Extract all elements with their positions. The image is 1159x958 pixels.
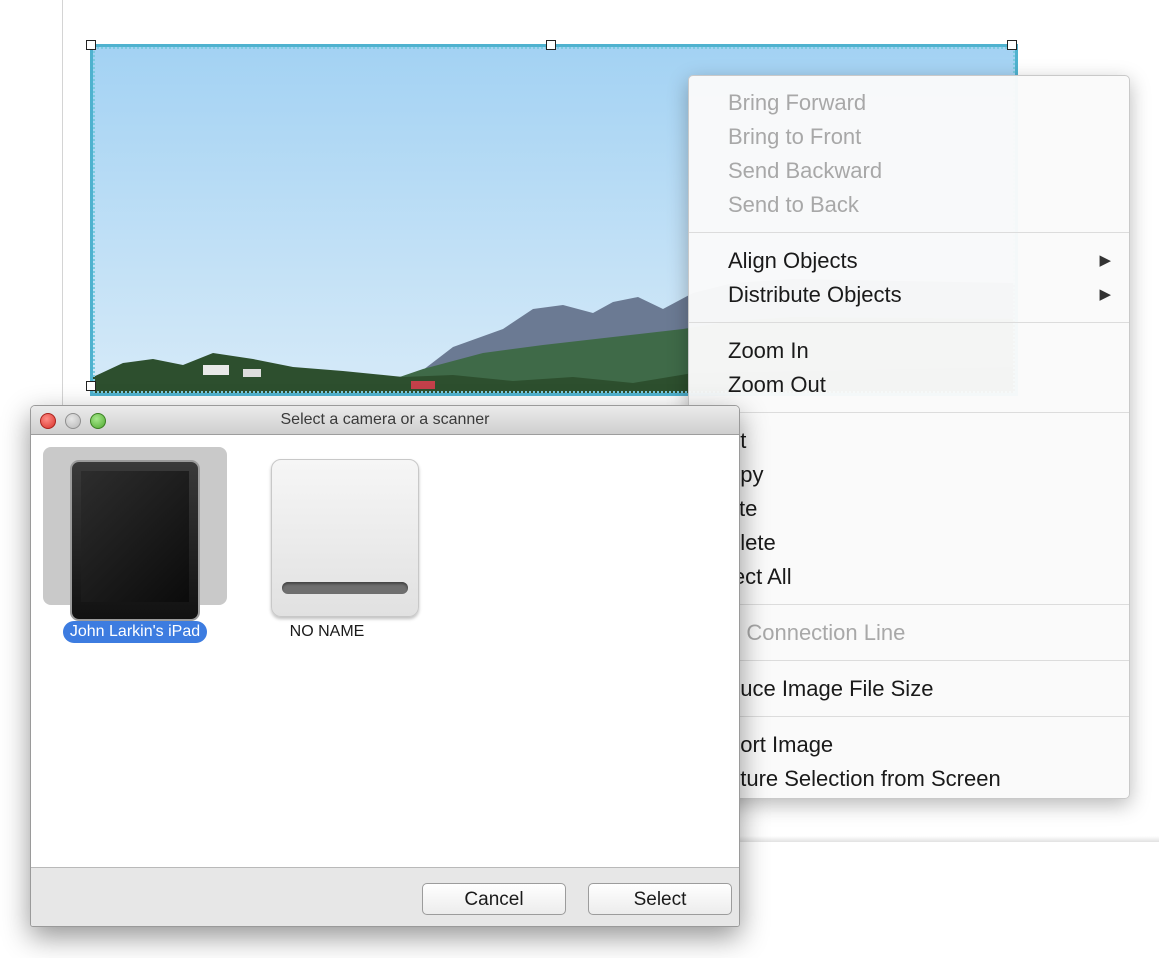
device-label: NO NAME xyxy=(289,623,365,640)
resize-handle-top-right[interactable] xyxy=(1007,40,1017,50)
device-item-ipad[interactable]: John Larkin's iPad xyxy=(35,447,235,643)
menu-separator xyxy=(689,716,1129,717)
menu-item-label: Distribute Objects xyxy=(728,282,902,307)
menu-item-capture-selection-from-screen[interactable]: pture Selection from Screen xyxy=(689,762,1129,796)
menu-item-align-objects[interactable]: Align Objects ▶ xyxy=(689,244,1129,278)
select-button[interactable]: Select xyxy=(588,883,732,915)
menu-item-zoom-out[interactable]: Zoom Out xyxy=(689,368,1129,402)
external-drive-icon xyxy=(271,459,419,617)
resize-handle-top-left[interactable] xyxy=(86,40,96,50)
menu-item-distribute-objects[interactable]: Distribute Objects ▶ xyxy=(689,278,1129,312)
dialog-button-bar: Cancel Select xyxy=(31,867,739,926)
menu-item-send-to-back: Send to Back xyxy=(728,192,859,217)
resize-handle-left-middle[interactable] xyxy=(86,381,96,391)
menu-item-select-all[interactable]: lect All xyxy=(689,560,1129,594)
device-tile xyxy=(235,447,419,617)
menu-item-paste[interactable]: ste xyxy=(689,492,1129,526)
device-list: John Larkin's iPad NO NAME xyxy=(31,435,739,867)
device-label: John Larkin's iPad xyxy=(62,621,208,643)
menu-item-zoom-in[interactable]: Zoom In xyxy=(689,334,1129,368)
menu-separator xyxy=(689,660,1129,661)
menu-item-bring-to-front: Bring to Front xyxy=(728,124,862,149)
menu-separator xyxy=(689,412,1129,413)
menu-separator xyxy=(689,604,1129,605)
menu-separator xyxy=(689,232,1129,233)
menu-item-copy[interactable]: opy xyxy=(689,458,1129,492)
menu-item-import-image[interactable]: port Image xyxy=(689,728,1129,762)
select-device-dialog: Select a camera or a scanner John Larkin… xyxy=(30,405,740,927)
menu-item-send-backward: Send Backward xyxy=(728,158,883,183)
submenu-arrow-icon: ▶ xyxy=(1099,286,1111,303)
dialog-titlebar[interactable]: Select a camera or a scanner xyxy=(31,406,739,435)
menu-item-delete[interactable]: elete xyxy=(689,526,1129,560)
device-tile xyxy=(43,447,227,621)
context-menu: Bring Forward Bring to Front Send Backwa… xyxy=(688,75,1130,799)
menu-item-bring-forward: Bring Forward xyxy=(728,90,867,115)
cancel-button[interactable]: Cancel xyxy=(422,883,566,915)
dialog-title: Select a camera or a scanner xyxy=(280,411,490,428)
resize-handle-top-center[interactable] xyxy=(546,40,556,50)
menu-item-add-connection-line: d Connection Line xyxy=(728,620,906,645)
ipad-icon xyxy=(70,460,200,621)
menu-item-reduce-image-file-size[interactable]: duce Image File Size xyxy=(689,672,1129,706)
menu-item-label: Align Objects xyxy=(728,248,858,273)
device-item-no-name[interactable]: NO NAME xyxy=(227,447,427,643)
submenu-arrow-icon: ▶ xyxy=(1099,252,1111,269)
menu-item-cut[interactable]: ut xyxy=(689,424,1129,458)
menu-separator xyxy=(689,322,1129,323)
